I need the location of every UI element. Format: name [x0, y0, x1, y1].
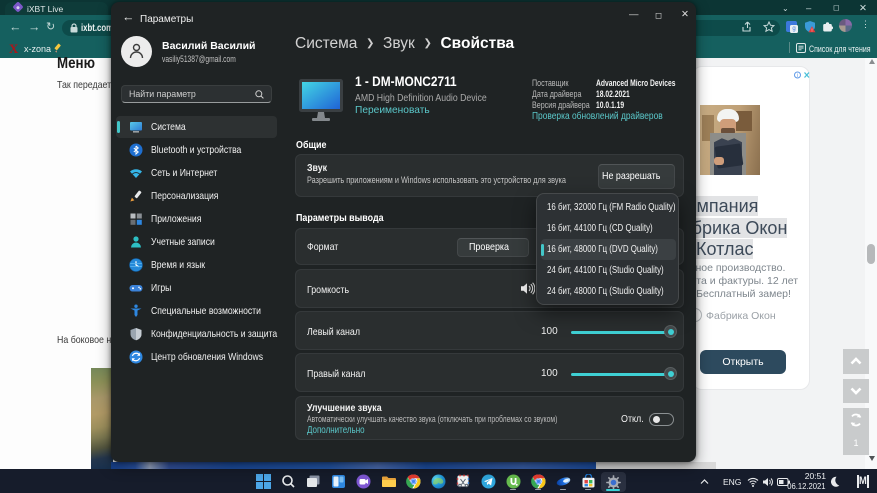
svg-text:i: i: [797, 73, 798, 79]
svg-text:!: !: [811, 28, 812, 33]
